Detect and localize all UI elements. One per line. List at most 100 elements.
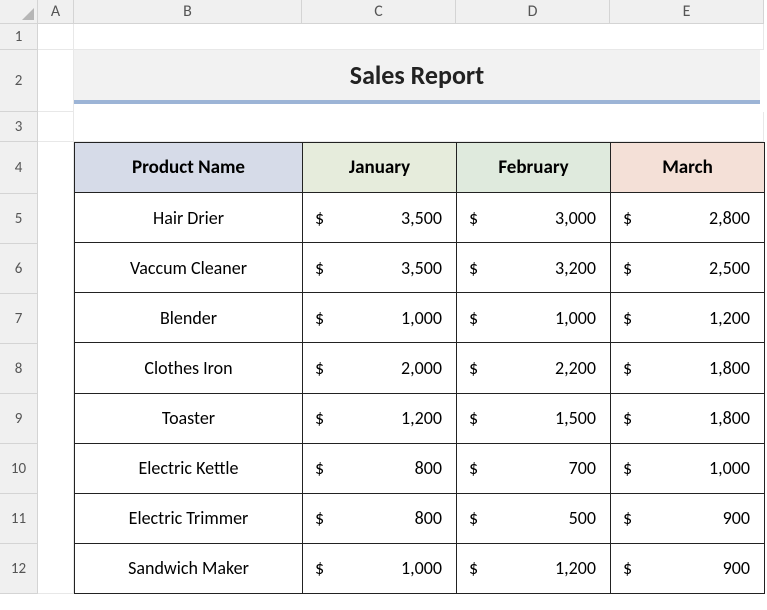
currency-symbol: $	[623, 307, 632, 329]
header-february[interactable]: February	[457, 143, 611, 193]
cell-mar[interactable]: $1,200	[611, 293, 765, 343]
cell-jan[interactable]: $1,000	[303, 543, 457, 593]
cell-jan[interactable]: $3,500	[303, 193, 457, 243]
amount-value: 2,800	[709, 207, 750, 229]
title-merged-cell[interactable]: Sales Report	[74, 50, 760, 104]
cell-mar[interactable]: $1,800	[611, 393, 765, 443]
cell-feb[interactable]: $1,500	[457, 393, 611, 443]
row-header-2[interactable]: 2	[0, 50, 38, 112]
row-header-9[interactable]: 9	[0, 394, 38, 444]
cell-mar[interactable]: $1,000	[611, 443, 765, 493]
col-header-E[interactable]: E	[610, 0, 764, 24]
table-row: Vaccum Cleaner$3,500$3,200$2,500	[75, 243, 765, 293]
cell-jan[interactable]: $800	[303, 493, 457, 543]
currency-symbol: $	[469, 507, 478, 529]
currency-symbol: $	[315, 307, 324, 329]
amount-value: 1,000	[401, 557, 442, 579]
cell-product-name[interactable]: Electric Trimmer	[75, 493, 303, 543]
amount-value: 1,200	[555, 557, 596, 579]
row-header-12[interactable]: 12	[0, 544, 38, 594]
row-header-1[interactable]: 1	[0, 24, 38, 50]
cell-mar[interactable]: $900	[611, 543, 765, 593]
cell-product-name[interactable]: Vaccum Cleaner	[75, 243, 303, 293]
amount-value: 1,200	[401, 407, 442, 429]
header-product-name[interactable]: Product Name	[75, 143, 303, 193]
row-header-6[interactable]: 6	[0, 244, 38, 294]
cell[interactable]	[38, 50, 74, 112]
amount-value: 1,000	[555, 307, 596, 329]
col-header-D[interactable]: D	[456, 0, 610, 24]
cell-jan[interactable]: $1,200	[303, 393, 457, 443]
table-row: Electric Kettle$800$700$1,000	[75, 443, 765, 493]
amount-value: 700	[569, 457, 596, 479]
row-header-3[interactable]: 3	[0, 112, 38, 142]
row-header-4[interactable]: 4	[0, 142, 38, 194]
currency-symbol: $	[315, 507, 324, 529]
cell-feb[interactable]: $500	[457, 493, 611, 543]
select-all-corner[interactable]	[0, 0, 38, 24]
report-title: Sales Report	[350, 59, 484, 91]
currency-symbol: $	[469, 257, 478, 279]
header-january[interactable]: January	[303, 143, 457, 193]
currency-symbol: $	[315, 457, 324, 479]
cell[interactable]	[38, 24, 74, 50]
amount-value: 1,800	[709, 407, 750, 429]
cell-jan[interactable]: $800	[303, 443, 457, 493]
amount-value: 800	[415, 457, 442, 479]
cell-feb[interactable]: $1,000	[457, 293, 611, 343]
cell-feb[interactable]: $1,200	[457, 543, 611, 593]
amount-value: 900	[723, 557, 750, 579]
cell-mar[interactable]: $2,800	[611, 193, 765, 243]
amount-value: 800	[415, 507, 442, 529]
table-row: Hair Drier$3,500$3,000$2,800	[75, 193, 765, 243]
amount-value: 3,500	[401, 207, 442, 229]
cell-jan[interactable]: $2,000	[303, 343, 457, 393]
cell-jan[interactable]: $1,000	[303, 293, 457, 343]
cell-product-name[interactable]: Sandwich Maker	[75, 543, 303, 593]
col-header-C[interactable]: C	[302, 0, 456, 24]
currency-symbol: $	[623, 507, 632, 529]
amount-value: 2,500	[709, 257, 750, 279]
currency-symbol: $	[315, 557, 324, 579]
currency-symbol: $	[623, 457, 632, 479]
row-header-5[interactable]: 5	[0, 194, 38, 244]
cell-mar[interactable]: $1,800	[611, 343, 765, 393]
cell-jan[interactable]: $3,500	[303, 243, 457, 293]
cell-product-name[interactable]: Clothes Iron	[75, 343, 303, 393]
spreadsheet-grid: A B C D E 1 2 Sales Report 3 4 5 6 7 8 9…	[0, 0, 767, 594]
cell-product-name[interactable]: Blender	[75, 293, 303, 343]
row-header-11[interactable]: 11	[0, 494, 38, 544]
amount-value: 1,500	[555, 407, 596, 429]
sales-table: Product Name January February March Hair…	[74, 142, 765, 594]
row-header-7[interactable]: 7	[0, 294, 38, 344]
cell[interactable]	[38, 112, 74, 142]
table-row: Sandwich Maker$1,000$1,200$900	[75, 543, 765, 593]
cell[interactable]	[74, 112, 764, 142]
cell-mar[interactable]: $2,500	[611, 243, 765, 293]
cell-feb[interactable]: $2,200	[457, 343, 611, 393]
currency-symbol: $	[623, 207, 632, 229]
table-row: Toaster$1,200$1,500$1,800	[75, 393, 765, 443]
amount-value: 1,000	[709, 457, 750, 479]
cell[interactable]	[74, 24, 764, 50]
col-header-A[interactable]: A	[38, 0, 74, 24]
header-march[interactable]: March	[611, 143, 765, 193]
row-header-8[interactable]: 8	[0, 344, 38, 394]
table-row: Blender$1,000$1,000$1,200	[75, 293, 765, 343]
col-header-B[interactable]: B	[74, 0, 302, 24]
cell-product-name[interactable]: Hair Drier	[75, 193, 303, 243]
currency-symbol: $	[469, 207, 478, 229]
cell-feb[interactable]: $3,200	[457, 243, 611, 293]
row-header-10[interactable]: 10	[0, 444, 38, 494]
cell-product-name[interactable]: Toaster	[75, 393, 303, 443]
cell-feb[interactable]: $3,000	[457, 193, 611, 243]
cell-mar[interactable]: $900	[611, 493, 765, 543]
table-row: Clothes Iron$2,000$2,200$1,800	[75, 343, 765, 393]
cell-product-name[interactable]: Electric Kettle	[75, 443, 303, 493]
cell-feb[interactable]: $700	[457, 443, 611, 493]
amount-value: 1,800	[709, 357, 750, 379]
currency-symbol: $	[623, 557, 632, 579]
cell[interactable]	[38, 142, 74, 594]
currency-symbol: $	[315, 407, 324, 429]
currency-symbol: $	[623, 357, 632, 379]
